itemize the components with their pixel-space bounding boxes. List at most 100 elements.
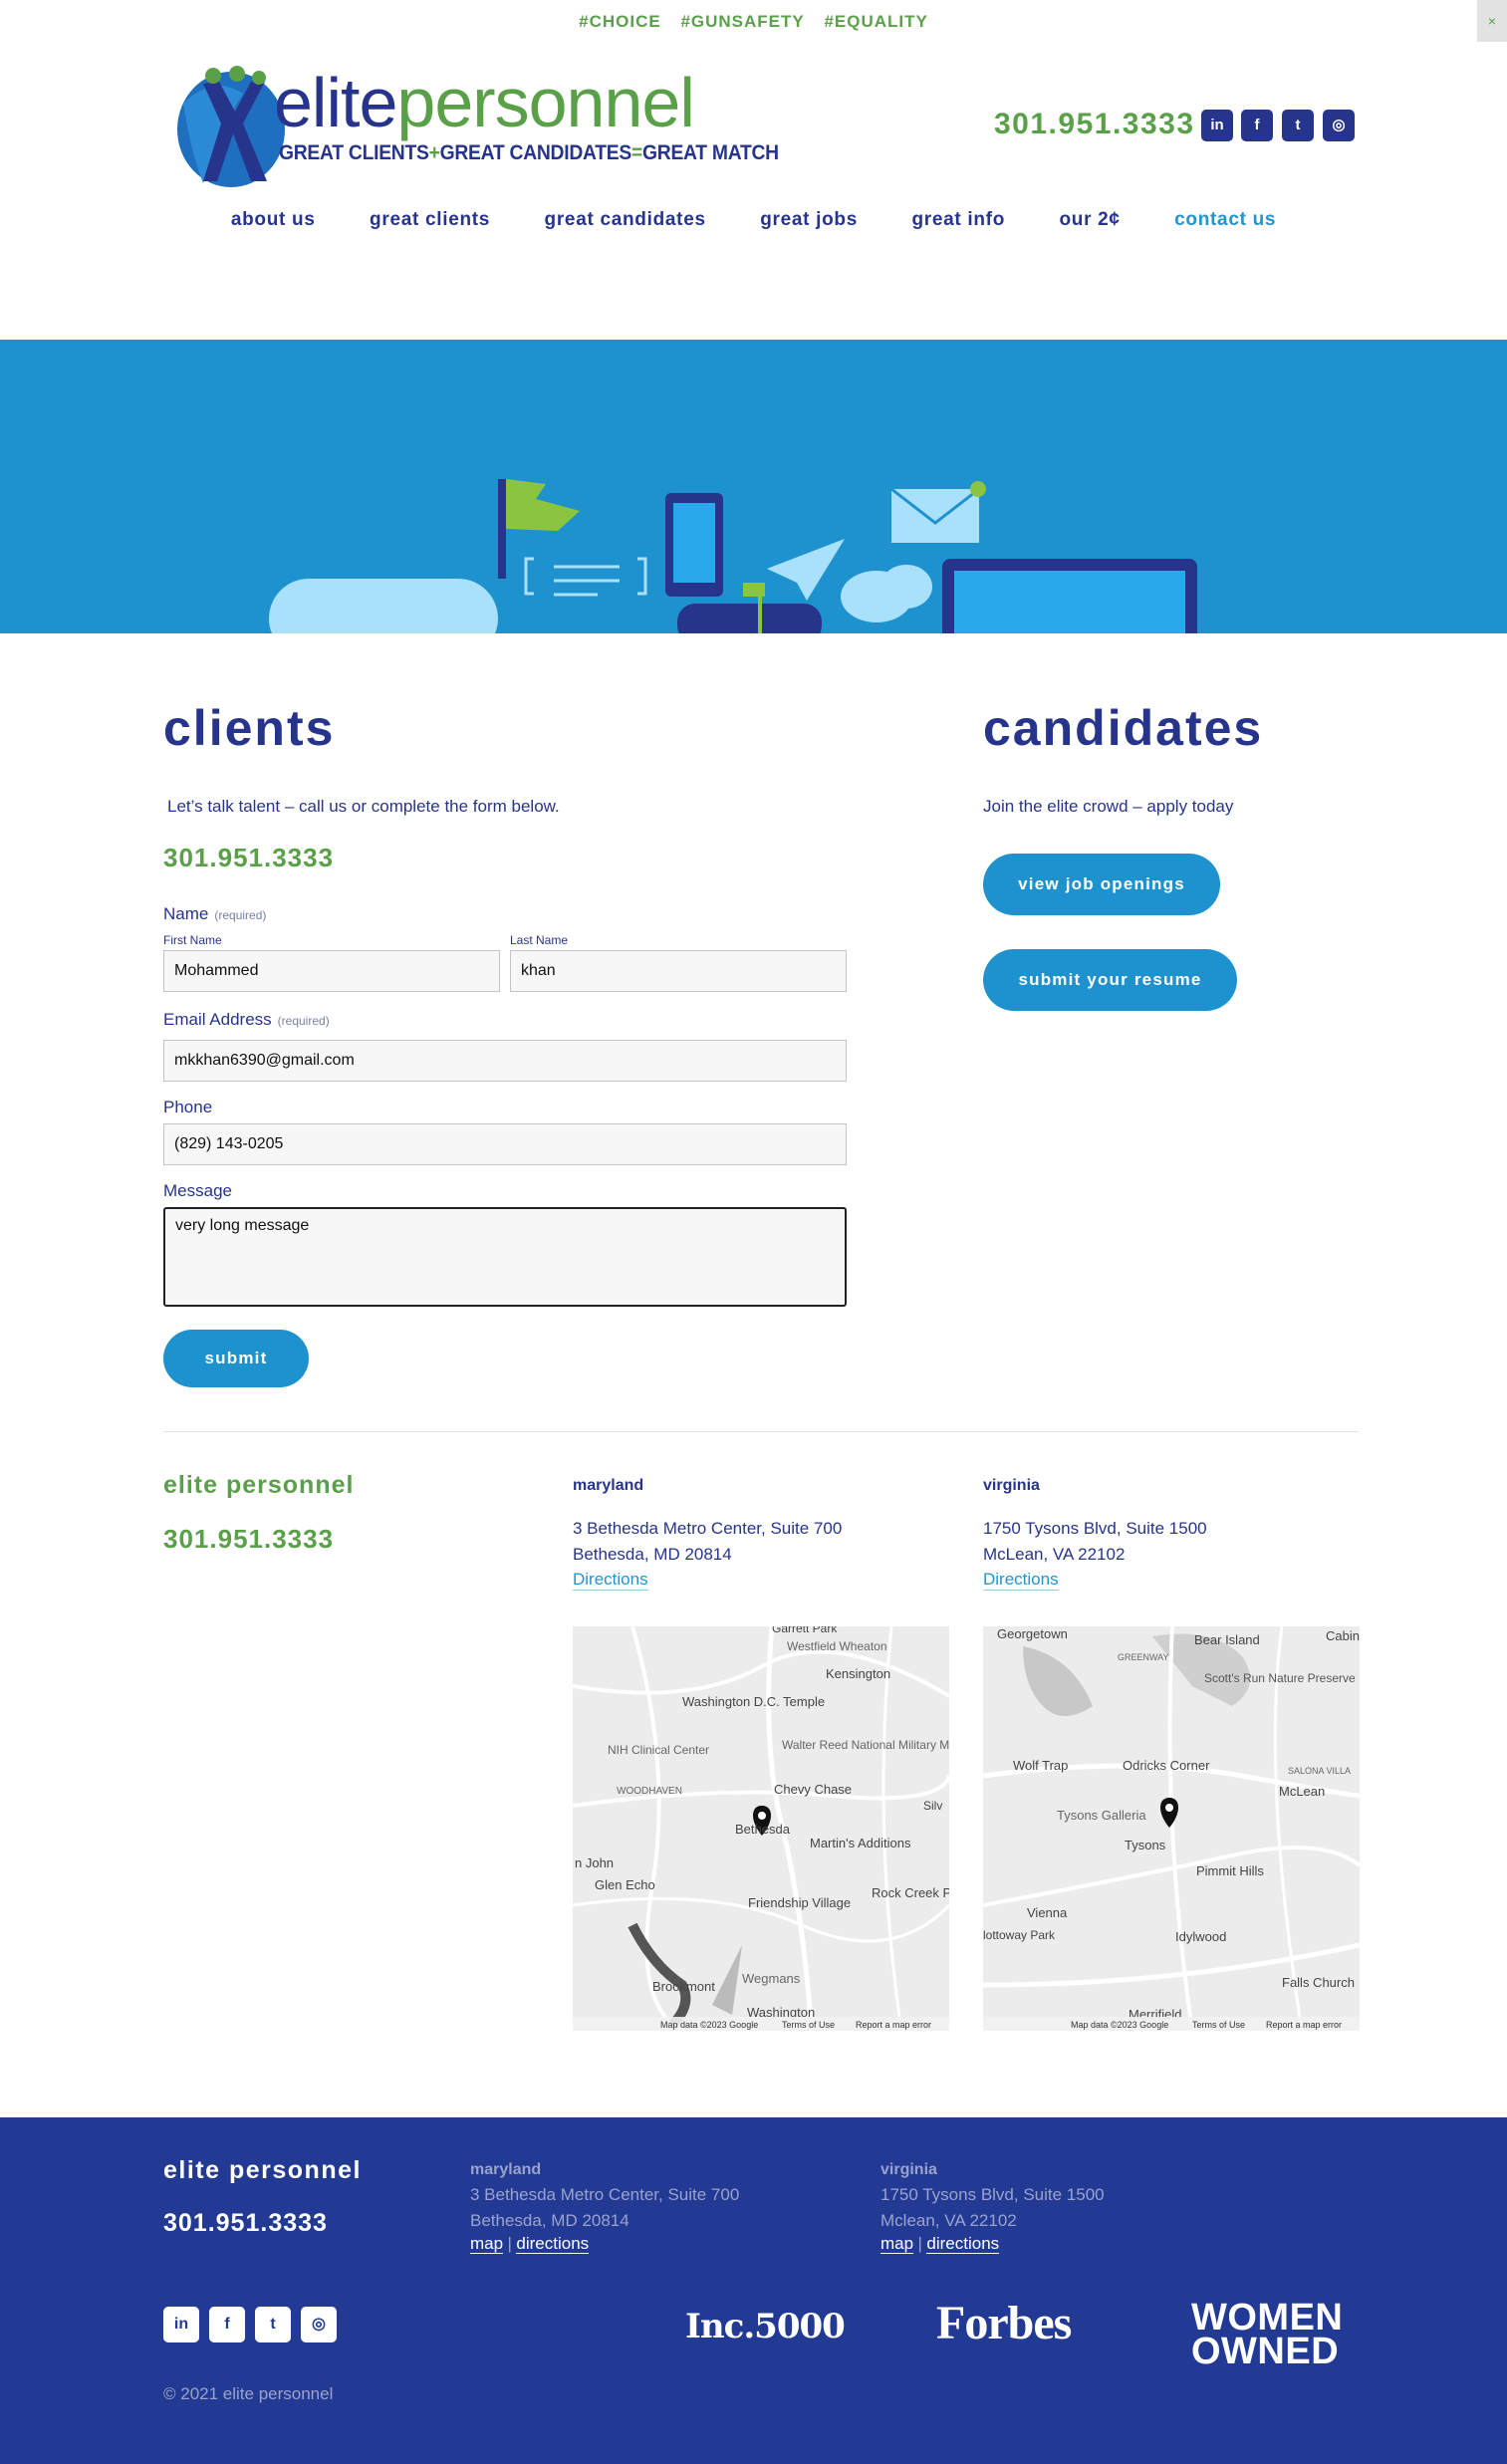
map-label: Brookmont	[652, 1979, 715, 1994]
facebook-icon[interactable]: f	[209, 2307, 245, 2342]
footer-virginia-links: map | directions	[880, 2234, 1000, 2254]
tagline-plus: +	[428, 141, 440, 164]
last-name-label: Last Name	[510, 933, 569, 947]
close-button[interactable]: ×	[1477, 0, 1507, 42]
required-note: (required)	[277, 1014, 330, 1028]
forbes-badge: Forbes	[936, 2297, 1072, 2349]
map-label: Scott's Run Nature Preserve	[1204, 1671, 1356, 1685]
locations-brand: elite personnel	[163, 1471, 355, 1499]
nav-great-clients[interactable]: great clients	[370, 209, 490, 231]
map-terms-link[interactable]: Terms of Use	[782, 2020, 835, 2030]
hashtag[interactable]: #GUNSAFETY	[680, 12, 804, 31]
name-label: Name	[163, 904, 209, 923]
maryland-map[interactable]: Garrett Park Westfield Wheaton Kensingto…	[573, 1626, 949, 2031]
message-textarea[interactable]: very long message	[163, 1207, 847, 1307]
map-attribution: Map data ©2023 Google	[1071, 2020, 1168, 2030]
tagline-equals: =	[630, 141, 643, 164]
link-separator: |	[917, 2234, 922, 2253]
candidates-intro: Join the elite crowd – apply today	[983, 797, 1234, 816]
submit-button[interactable]: submit	[163, 1330, 309, 1387]
nav-about-us[interactable]: about us	[231, 209, 316, 231]
twitter-icon[interactable]: t	[255, 2307, 291, 2342]
footer-maryland-directions-link[interactable]: directions	[516, 2234, 590, 2254]
email-field[interactable]: mkkhan6390@gmail.com	[163, 1040, 847, 1082]
map-label: Washington D.C. Temple	[682, 1694, 825, 1709]
last-name-field[interactable]: khan	[510, 950, 847, 992]
hashtag[interactable]: #CHOICE	[579, 12, 661, 31]
linkedin-icon[interactable]: in	[1201, 110, 1233, 141]
map-report-link[interactable]: Report a map error	[1266, 2020, 1342, 2030]
first-name-field[interactable]: Mohammed	[163, 950, 500, 992]
virginia-map[interactable]: Georgetown Bear Island Cabin Scott's Run…	[983, 1626, 1360, 2031]
copyright: © 2021 elite personnel	[163, 2384, 334, 2403]
footer-maryland-map-link[interactable]: map	[470, 2234, 504, 2254]
link-separator: |	[507, 2234, 512, 2253]
virginia-address-line1: 1750 Tysons Blvd, Suite 1500	[983, 1519, 1207, 1538]
twitter-icon[interactable]: t	[1282, 110, 1314, 141]
map-label: Pimmit Hills	[1196, 1863, 1264, 1878]
nav-great-jobs[interactable]: great jobs	[760, 209, 858, 231]
required-note: (required)	[214, 908, 267, 922]
map-label: Walter Reed National Military Medical Ce…	[782, 1738, 949, 1752]
phone-field[interactable]: (829) 143-0205	[163, 1123, 847, 1165]
map-label: McLean	[1279, 1784, 1325, 1799]
map-report-link[interactable]: Report a map error	[856, 2020, 931, 2030]
header-phone[interactable]: 301.951.3333	[994, 108, 1195, 141]
maryland-directions-link[interactable]: Directions	[573, 1570, 648, 1591]
map-label: n John	[575, 1855, 614, 1870]
hero-banner	[0, 340, 1507, 633]
map-label: NIH Clinical Center	[608, 1743, 709, 1757]
nav-great-info[interactable]: great info	[911, 209, 1005, 231]
name-label-row: Name (required)	[163, 904, 266, 924]
map-label: Georgetown	[997, 1626, 1068, 1641]
map-label: Silv	[923, 1799, 942, 1813]
footer-virginia-line1: 1750 Tysons Blvd, Suite 1500	[880, 2185, 1105, 2204]
logo-elite: elite	[274, 64, 397, 141]
maryland-map-canvas[interactable]: Garrett Park Westfield Wheaton Kensingto…	[573, 1626, 949, 2031]
nav-great-candidates[interactable]: great candidates	[545, 209, 706, 231]
hashtag[interactable]: #EQUALITY	[824, 12, 927, 31]
instagram-icon[interactable]: ◎	[301, 2307, 337, 2342]
map-label: Wolf Trap	[1013, 1758, 1068, 1773]
map-label: SALONA VILLA	[1288, 1766, 1351, 1776]
facebook-icon[interactable]: f	[1241, 110, 1273, 141]
tagline-part: GREAT MATCH	[642, 141, 779, 164]
linkedin-icon[interactable]: in	[163, 2307, 199, 2342]
first-name-label: First Name	[163, 933, 222, 947]
map-label: lottoway Park	[983, 1928, 1056, 1942]
map-label: Friendship Village	[748, 1895, 851, 1910]
main-nav: about us great clients great candidates …	[0, 209, 1507, 231]
map-label: Cabin	[1326, 1628, 1360, 1643]
email-label: Email Address	[163, 1010, 272, 1029]
submit-resume-button[interactable]: submit your resume	[983, 949, 1237, 1011]
map-attribution: Map data ©2023 Google	[660, 2020, 758, 2030]
nav-our-2c[interactable]: our 2¢	[1059, 209, 1120, 231]
footer-virginia-directions-link[interactable]: directions	[926, 2234, 1000, 2254]
logo-wordmark[interactable]: elitepersonnel	[274, 64, 695, 141]
maryland-address-line1: 3 Bethesda Metro Center, Suite 700	[573, 1519, 843, 1538]
map-label: Bethesda	[735, 1822, 791, 1837]
women-owned-line1: WOMEN	[1191, 2297, 1344, 2339]
map-terms-link[interactable]: Terms of Use	[1192, 2020, 1245, 2030]
instagram-icon[interactable]: ◎	[1323, 110, 1355, 141]
footer-maryland-line1: 3 Bethesda Metro Center, Suite 700	[470, 2185, 740, 2204]
inc5000-badge: Inc.5000	[685, 2307, 846, 2346]
footer-phone[interactable]: 301.951.3333	[163, 2209, 328, 2238]
view-job-openings-button[interactable]: view job openings	[983, 854, 1220, 915]
map-label: Rock Creek Park	[872, 1885, 949, 1900]
virginia-map-canvas[interactable]: Georgetown Bear Island Cabin Scott's Run…	[983, 1626, 1360, 2031]
virginia-directions-link[interactable]: Directions	[983, 1570, 1059, 1591]
locations-phone[interactable]: 301.951.3333	[163, 1524, 334, 1555]
nav-contact-us[interactable]: contact us	[1174, 209, 1276, 231]
virginia-address-line2: McLean, VA 22102	[983, 1545, 1126, 1564]
tagline-part: GREAT CANDIDATES	[439, 141, 632, 164]
clients-intro: Let’s talk talent – call us or complete …	[167, 797, 560, 816]
map-label: Kensington	[826, 1666, 890, 1681]
footer-maryland-title: maryland	[470, 2161, 542, 2178]
footer-virginia-map-link[interactable]: map	[880, 2234, 914, 2254]
clients-phone[interactable]: 301.951.3333	[163, 843, 334, 873]
map-label: Glen Echo	[595, 1877, 655, 1892]
map-label: Chevy Chase	[774, 1782, 852, 1797]
message-label: Message	[163, 1181, 232, 1200]
map-label: Martin's Additions	[810, 1836, 911, 1850]
